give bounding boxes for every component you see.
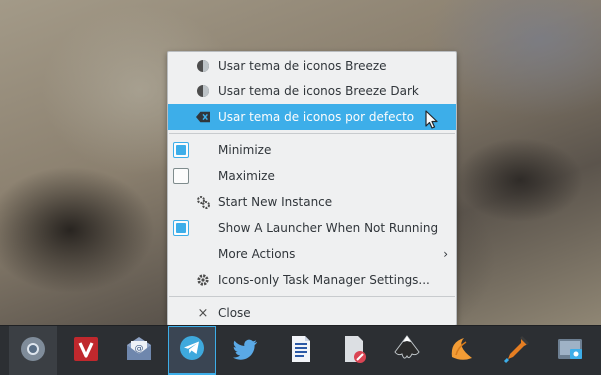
menu-item-label: Usar tema de iconos por defecto xyxy=(218,110,415,124)
maximize-checkbox[interactable] xyxy=(173,168,189,184)
menu-item-more-actions[interactable]: More Actions › xyxy=(168,241,456,267)
menu-separator xyxy=(169,296,455,297)
taskbar-app-writer[interactable] xyxy=(276,326,324,375)
taskbar-app-vivaldi[interactable] xyxy=(62,326,110,375)
menu-item-label: Icons-only Task Manager Settings... xyxy=(218,273,430,287)
taskbar-app-mail[interactable]: @ xyxy=(115,326,163,375)
chevron-right-icon: › xyxy=(443,247,448,261)
menu-item-label: More Actions xyxy=(218,247,296,261)
taskbar-app-chromium[interactable] xyxy=(9,326,57,375)
menu-item-minimize[interactable]: Minimize xyxy=(168,137,456,163)
menu-item-label: Minimize xyxy=(218,143,272,157)
peach-icon xyxy=(444,332,478,370)
menu-item-label: Usar tema de iconos Breeze xyxy=(218,59,387,73)
show-launcher-checkbox[interactable] xyxy=(173,220,189,236)
clear-icon xyxy=(196,110,210,124)
vivaldi-icon xyxy=(69,332,103,370)
menu-item-task-manager-settings[interactable]: Icons-only Task Manager Settings... xyxy=(168,267,456,293)
gear-icon xyxy=(196,273,210,287)
menu-item-breeze-dark-theme[interactable]: Usar tema de iconos Breeze Dark xyxy=(168,78,456,104)
taskbar-app-telegram[interactable] xyxy=(168,326,216,375)
document-icon xyxy=(283,332,317,370)
screenshot-icon xyxy=(553,332,587,370)
taskbar-app-inkscape[interactable] xyxy=(383,326,431,375)
color-picker-icon xyxy=(499,332,533,370)
inkscape-icon xyxy=(390,332,424,370)
menu-item-label: Usar tema de iconos Breeze Dark xyxy=(218,84,419,98)
theme-icon xyxy=(196,84,210,98)
menu-item-maximize[interactable]: Maximize xyxy=(168,163,456,189)
menu-item-breeze-theme[interactable]: Usar tema de iconos Breeze xyxy=(168,53,456,79)
taskbar-app-peach[interactable] xyxy=(437,326,485,375)
menu-item-label: Start New Instance xyxy=(218,195,333,209)
close-icon: × xyxy=(197,305,209,321)
document-edit-icon xyxy=(336,332,370,370)
menu-item-default-theme[interactable]: Usar tema de iconos por defecto xyxy=(168,104,456,130)
chromium-icon xyxy=(16,332,50,370)
taskbar-app-color-picker[interactable] xyxy=(492,326,540,375)
taskbar-app-twitter[interactable] xyxy=(222,326,270,375)
theme-icon xyxy=(196,59,210,73)
menu-item-label: Close xyxy=(218,306,251,320)
twitter-icon xyxy=(229,332,263,370)
menu-item-start-new-instance[interactable]: Start New Instance xyxy=(168,189,456,215)
menu-item-close[interactable]: × Close xyxy=(168,300,456,326)
menu-item-show-launcher[interactable]: Show A Launcher When Not Running xyxy=(168,215,456,241)
taskbar-app-editor[interactable] xyxy=(329,326,377,375)
gears-icon xyxy=(196,195,210,209)
menu-item-label: Maximize xyxy=(218,169,275,183)
taskbar-app-screenshot[interactable] xyxy=(546,326,594,375)
menu-separator xyxy=(169,133,455,134)
mail-icon: @ xyxy=(122,332,156,370)
mouse-cursor-icon xyxy=(425,110,439,130)
menu-item-label: Show A Launcher When Not Running xyxy=(218,221,439,235)
telegram-icon xyxy=(175,331,209,369)
minimize-checkbox[interactable] xyxy=(173,142,189,158)
task-context-menu: Usar tema de iconos Breeze Usar tema de … xyxy=(167,51,457,326)
taskbar: @ xyxy=(0,325,601,375)
